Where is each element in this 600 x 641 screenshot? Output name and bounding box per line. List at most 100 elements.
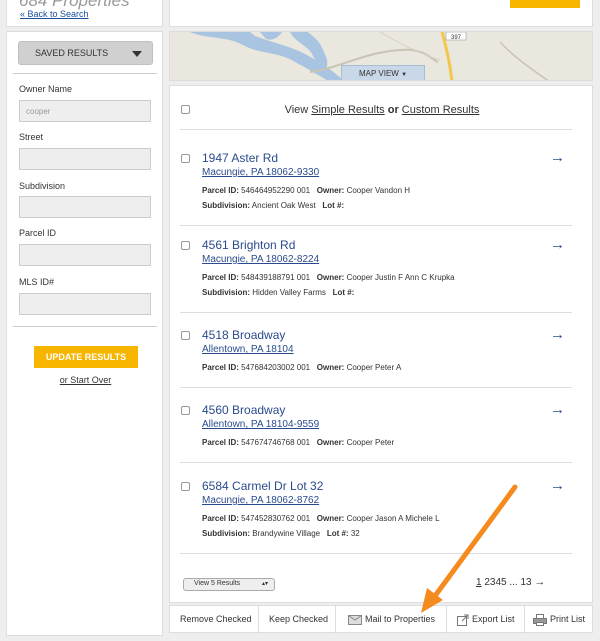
property-city[interactable]: Allentown, PA 18104 [202,344,294,355]
page-link[interactable]: 5 [501,577,507,588]
divider [180,553,572,554]
back-to-search-link[interactable]: « Back to Search [20,9,89,19]
divider [180,462,572,463]
map-view-button[interactable]: MAP VIEW ▼ [341,65,425,80]
map-panel[interactable]: 397 MAP VIEW ▼ [169,31,593,81]
parcel-owner-line: Parcel ID: 546464952290 001 Owner: Coope… [202,186,410,195]
parcel-id: 547452830762 001 [241,514,311,523]
keep-checked-button[interactable]: Keep Checked [259,606,336,634]
property-address[interactable]: 1947 Aster Rd [202,151,278,165]
subdivision-label: Subdivision: [202,529,250,538]
divider [13,73,157,74]
subdivision-label: Subdivision: [202,201,250,210]
custom-results-link[interactable]: Custom Results [402,104,480,116]
page-link-current[interactable]: 1 [476,577,482,588]
print-list-button[interactable]: Print List [525,606,594,634]
parcel-owner-line: Parcel ID: 547452830762 001 Owner: Coope… [202,514,440,523]
or-text: or [387,104,399,116]
owner-name: Cooper Peter A [346,363,402,372]
property-city[interactable]: Macungie, PA 18062-9330 [202,167,319,178]
arrow-right-icon[interactable]: → [550,236,565,253]
owner-label: Owner: [316,363,345,372]
arrow-right-icon[interactable]: → [550,149,565,166]
mls-id-label: MLS ID# [19,277,55,287]
remove-checked-button[interactable]: Remove Checked [170,606,259,634]
map-view-label: MAP VIEW [358,69,399,78]
parcel-label: Parcel ID: [202,273,239,282]
subdivision-label: Subdivision [19,181,66,191]
owner-label: Owner: [316,273,345,282]
page-link-last[interactable]: 13 [521,577,532,588]
mls-id-input[interactable] [19,293,151,315]
divider [13,326,157,327]
property-address[interactable]: 6584 Carmel Dr Lot 32 [202,479,323,493]
subdivision-line: Subdivision: Brandywine Village Lot #: 3… [202,529,360,538]
property-city[interactable]: Macungie, PA 18062-8224 [202,254,319,265]
simple-results-link[interactable]: Simple Results [311,104,384,116]
results-per-page-select[interactable]: View 5 Results ▴▾ [183,578,275,591]
export-list-button[interactable]: Export List [447,606,525,634]
parcel-id: 546464952290 001 [241,186,311,195]
owner-name-label: Owner Name [19,84,73,94]
bulk-actions-toolbar: Remove Checked Keep Checked Mail to Prop… [169,605,594,634]
item-checkbox[interactable] [181,154,190,163]
subdivision-value: Ancient Oak West [251,201,316,210]
top-action-button[interactable] [510,0,580,8]
arrow-right-icon[interactable]: → [550,401,565,418]
subdivision-input[interactable] [19,196,151,218]
mail-to-properties-button[interactable]: Mail to Properties [336,606,447,634]
parcel-id: 548439188791 001 [241,273,311,282]
per-page-value: View 5 Results [194,580,241,587]
property-city[interactable]: Allentown, PA 18104-9559 [202,419,319,430]
owner-name: Cooper Vandon H [346,186,411,195]
export-list-label: Export List [472,614,515,624]
caret-down-icon [132,51,142,57]
start-over-link[interactable]: or Start Over [7,375,164,385]
owner-name: Cooper Justin F Ann C Krupka [346,273,455,282]
property-address[interactable]: 4560 Broadway [202,403,285,417]
parcel-owner-line: Parcel ID: 547674746768 001 Owner: Coope… [202,438,394,447]
saved-results-dropdown[interactable]: SAVED RESULTS [18,41,153,65]
parcel-label: Parcel ID: [202,438,239,447]
pager-ellipsis: ... [509,577,518,588]
subdivision-value: Hidden Valley Farms [252,288,326,297]
arrow-right-icon[interactable]: → [550,326,565,343]
parcel-label: Parcel ID: [202,363,239,372]
parcel-owner-line: Parcel ID: 547684203002 001 Owner: Coope… [202,363,401,372]
item-checkbox[interactable] [181,406,190,415]
remove-checked-label: Remove Checked [180,614,252,624]
item-checkbox[interactable] [181,241,190,250]
subdivision-line: Subdivision: Hidden Valley Farms Lot #: [202,288,354,297]
parcel-id-input[interactable] [19,244,151,266]
results-panel: View Simple Results or Custom Results 19… [169,85,593,603]
saved-results-label: SAVED RESULTS [35,48,109,58]
export-icon [457,614,469,626]
property-address[interactable]: 4561 Brighton Rd [202,238,295,252]
item-checkbox[interactable] [181,331,190,340]
update-results-button[interactable]: UPDATE RESULTS [34,346,138,368]
lot-label: Lot #: [326,529,349,538]
street-label: Street [19,132,44,142]
divider [180,312,572,313]
property-city[interactable]: Macungie, PA 18062-8762 [202,495,319,506]
view-mode-switch: View Simple Results or Custom Results [170,104,594,116]
parcel-id: 547684203002 001 [241,363,311,372]
item-checkbox[interactable] [181,482,190,491]
select-arrows-icon: ▴▾ [261,581,268,587]
lot-label: Lot #: [322,201,345,210]
arrow-right-icon[interactable]: → [550,477,565,494]
owner-name: Cooper Peter [346,438,395,447]
owner-label: Owner: [316,186,345,195]
divider [180,129,572,130]
owner-name-input[interactable]: cooper [19,100,151,122]
caret-down-icon: ▼ [401,72,408,78]
road-shield-label: 397 [451,35,462,41]
next-page-icon[interactable]: → [534,576,545,588]
divider [180,387,572,388]
property-address[interactable]: 4518 Broadway [202,328,285,342]
print-list-label: Print List [550,614,586,624]
street-input[interactable] [19,148,151,170]
lot-label: Lot #: [332,288,355,297]
parcel-id-label: Parcel ID [19,228,57,238]
subdivision-line: Subdivision: Ancient Oak West Lot #: [202,201,344,210]
